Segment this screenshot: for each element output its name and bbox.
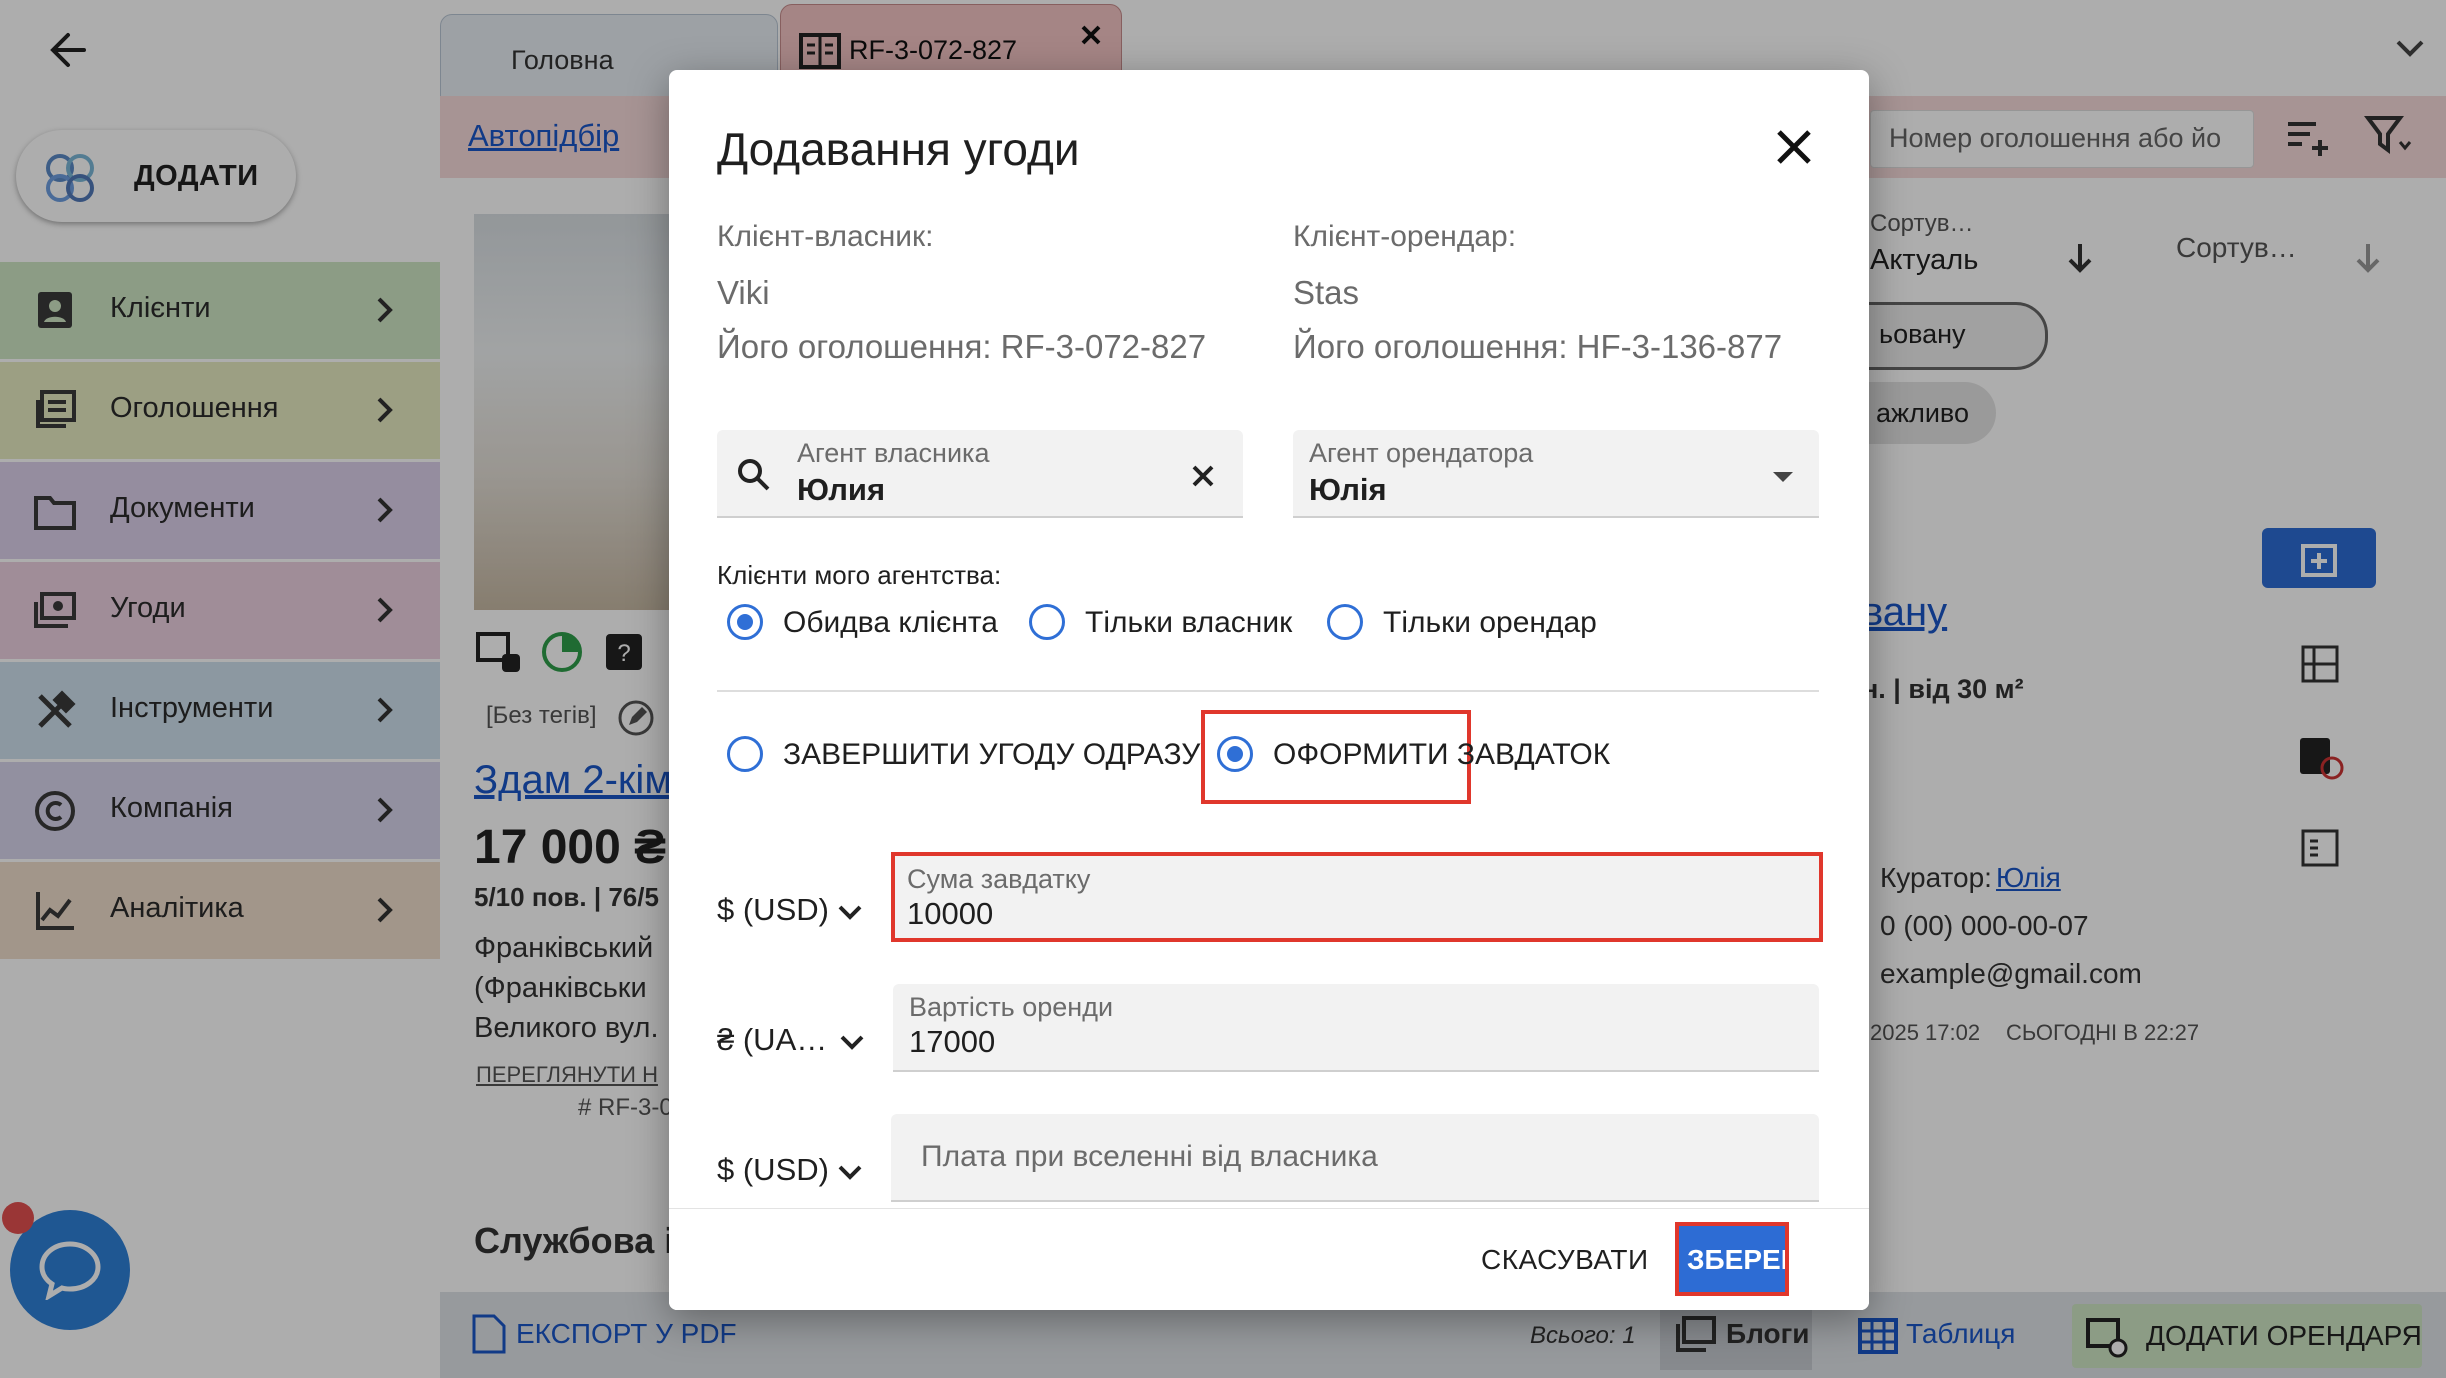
radio-label: ЗАВЕРШИТИ УГОДУ ОДРАЗУ <box>783 738 1201 771</box>
chevron-down-icon <box>840 1035 864 1050</box>
owner-agent-label: Агент власника <box>797 438 990 468</box>
tenant-client-label: Клієнт-орендар: <box>1293 220 1517 253</box>
dialog-title: Додавання угоди <box>717 123 1080 175</box>
radio-label: Обидва клієнта <box>783 606 998 639</box>
agency-clients-label: Клієнти мого агентства: <box>717 560 1002 590</box>
radio-deposit[interactable] <box>1217 736 1253 772</box>
rent-label: Вартість оренди <box>909 992 1114 1022</box>
cancel-label: СКАСУВАТИ <box>1481 1244 1649 1275</box>
radio-tenant-only[interactable] <box>1327 604 1363 640</box>
tenant-listing: Його оголошення: HF-3-136-877 <box>1293 328 1783 365</box>
owner-fee-field[interactable]: Плата при вселенні від власника <box>891 1114 1819 1202</box>
owner-agent-field[interactable]: Агент власника Юлия <box>717 430 1243 518</box>
owner-fee-placeholder: Плата при вселенні від власника <box>921 1140 1378 1173</box>
deposit-currency-select[interactable]: $ (USD) <box>717 892 829 928</box>
radio-label: ОФОРМИТИ ЗАВДАТОК <box>1273 738 1611 771</box>
radio-label: Тільки орендар <box>1383 606 1597 639</box>
chevron-down-icon <box>838 1165 862 1180</box>
tenant-agent-label: Агент орендатора <box>1309 438 1534 468</box>
rent-value: 17000 <box>909 1024 996 1059</box>
fee-currency-select[interactable]: $ (USD) <box>717 1152 829 1188</box>
cancel-button[interactable]: СКАСУВАТИ <box>1481 1230 1648 1290</box>
chevron-down-icon <box>838 905 862 920</box>
highlight-box <box>891 852 1823 942</box>
search-icon <box>738 459 770 491</box>
tenant-client-name: Stas <box>1293 274 1360 311</box>
owner-client-name: Viki <box>717 274 770 311</box>
radio-label: Тільки власник <box>1085 606 1293 639</box>
highlight-box <box>1675 1222 1789 1296</box>
owner-agent-value: Юлия <box>797 472 886 507</box>
tenant-agent-field[interactable]: Агент орендатора Юлія <box>1293 430 1819 518</box>
divider <box>717 690 1819 692</box>
dropdown-arrow-icon <box>1773 472 1793 482</box>
radio-owner-only[interactable] <box>1029 604 1065 640</box>
add-deal-dialog: Додавання угоди Клієнт-власник: Viki Йог… <box>669 70 1869 1310</box>
owner-client-label: Клієнт-власник: <box>717 220 934 253</box>
radio-both-clients[interactable] <box>727 604 763 640</box>
tenant-agent-value: Юлія <box>1309 472 1387 507</box>
rent-currency-select[interactable]: ₴ (UA… <box>717 1022 827 1058</box>
clear-icon[interactable] <box>1191 464 1215 488</box>
owner-listing: Його оголошення: RF-3-072-827 <box>717 328 1207 365</box>
close-icon[interactable] <box>1773 126 1815 168</box>
rent-cost-field[interactable]: Вартість оренди 17000 <box>893 984 1819 1072</box>
radio-complete-now[interactable] <box>727 736 763 772</box>
